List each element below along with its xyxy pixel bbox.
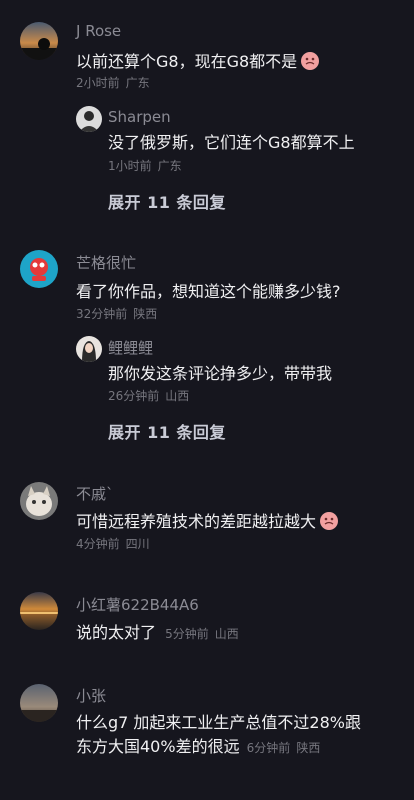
comment-text: 说的太对了: [76, 623, 157, 642]
comment-text-row: 可惜远程养殖技术的差距越拉越大: [76, 510, 339, 533]
reply-location: 山西: [165, 389, 190, 403]
comment-author[interactable]: 小红薯622B44A6: [76, 594, 199, 615]
comment-text-row: 以前还算个G8，现在G8都不是: [76, 50, 320, 73]
comment-meta: 5分钟前 山西: [165, 627, 239, 641]
reply-time: 1小时前: [108, 159, 152, 173]
comment-meta: 4分钟前 四川: [76, 535, 150, 552]
avatar[interactable]: [20, 684, 58, 722]
comment-text-line2: 东方大国40%差的很远: [76, 737, 240, 756]
reply-author[interactable]: 鲤鲤鲤: [108, 337, 153, 358]
comment-time: 4分钟前: [76, 537, 120, 551]
comment-meta: 2小时前 广东: [76, 74, 150, 91]
comment-location: 陕西: [296, 741, 321, 755]
expand-replies-button[interactable]: 展开 11 条回复: [108, 419, 226, 443]
expand-replies-button[interactable]: 展开 11 条回复: [108, 189, 226, 213]
reply-meta: 26分钟前 山西: [108, 387, 189, 404]
comment-text: 可惜远程养殖技术的差距越拉越大: [76, 512, 317, 531]
reply-meta: 1小时前 广东: [108, 157, 182, 174]
face-emoji-icon: [319, 511, 339, 531]
comment-text-row: 说的太对了 5分钟前 山西: [76, 621, 239, 646]
comment-time: 2小时前: [76, 76, 120, 90]
comment-location: 广东: [125, 76, 150, 90]
comment-location: 四川: [125, 537, 150, 551]
comment-author[interactable]: J Rose: [76, 22, 121, 40]
comment-time: 32分钟前: [76, 307, 128, 321]
reply-avatar[interactable]: [76, 336, 102, 362]
comment-meta: 32分钟前 陕西: [76, 305, 157, 322]
reply-text: 那你发这条评论挣多少，带带我: [108, 364, 333, 383]
comment-location: 陕西: [133, 307, 158, 321]
comment-text-row: 东方大国40%差的很远 6分钟前 陕西: [76, 735, 320, 760]
comment-time: 6分钟前: [246, 741, 291, 755]
reply-author[interactable]: Sharpen: [108, 108, 171, 126]
comment-location: 山西: [214, 627, 239, 641]
comment-author[interactable]: 芒格很忙: [76, 252, 136, 273]
reply-text: 没了俄罗斯，它们连个G8都算不上: [108, 133, 355, 152]
comment-meta: 6分钟前 陕西: [247, 741, 321, 755]
face-emoji-icon: [300, 51, 320, 71]
comment-time: 5分钟前: [165, 627, 209, 641]
comment-text: 看了你作品，想知道这个能赚多少钱?: [76, 282, 341, 301]
comment-text-line1: 什么g7 加起来工业生产总值不过28%跟: [76, 713, 361, 732]
reply-avatar[interactable]: [76, 106, 102, 132]
avatar[interactable]: [20, 482, 58, 520]
comment-author[interactable]: 不戚`: [76, 483, 114, 504]
reply-location: 广东: [157, 159, 182, 173]
avatar[interactable]: [20, 250, 58, 288]
reply-time: 26分钟前: [108, 389, 160, 403]
comment-author[interactable]: 小张: [76, 685, 106, 706]
comment-text: 以前还算个G8，现在G8都不是: [76, 52, 298, 71]
avatar[interactable]: [20, 592, 58, 630]
avatar[interactable]: [20, 22, 58, 60]
